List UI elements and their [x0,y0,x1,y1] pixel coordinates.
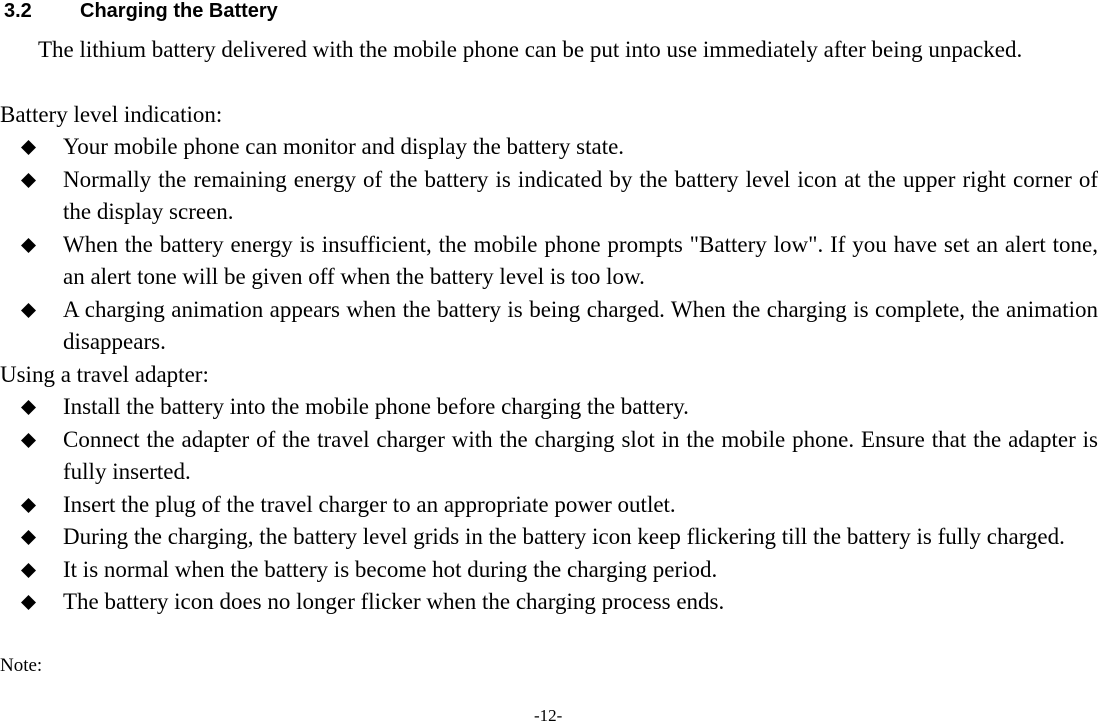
note-label: Note: [0,655,43,676]
diamond-bullet-icon [21,400,36,415]
list-item-text: Insert the plug of the travel charger to… [63,491,676,517]
list-item: During the charging, the battery level g… [0,521,1098,554]
travel-adapter-list: Install the battery into the mobile phon… [0,391,1098,619]
list-item: When the battery energy is insufficient,… [0,229,1098,294]
list-item: Normally the remaining energy of the bat… [0,164,1098,229]
diamond-bullet-icon [21,172,36,188]
list-item-text: Your mobile phone can monitor and displa… [63,134,625,159]
list-item-text: When the battery energy is insufficient,… [63,231,1098,290]
list-item: A charging animation appears when the ba… [0,294,1098,359]
diamond-bullet-icon [21,140,36,155]
page-number: -12- [534,706,563,725]
list-item-text: During the charging, the battery level g… [63,524,1065,549]
diamond-bullet-icon [21,237,36,253]
travel-adapter-label: Using a travel adapter: [0,362,209,387]
battery-level-label: Battery level indication: [0,102,223,127]
diamond-bullet-icon [21,595,36,610]
list-item-text: The battery icon does no longer flicker … [63,589,725,614]
list-item: Connect the adapter of the travel charge… [0,424,1098,489]
list-item: Your mobile phone can monitor and displa… [0,131,1098,164]
section-heading: 3.2 Charging the Battery [4,0,278,22]
list-item-text: It is normal when the battery is become … [63,556,718,582]
intro-paragraph: The lithium battery delivered with the m… [38,37,1023,62]
battery-level-list: Your mobile phone can monitor and displa… [0,131,1098,359]
diamond-bullet-icon [21,302,36,318]
list-item: It is normal when the battery is become … [0,554,1098,587]
list-item: Install the battery into the mobile phon… [0,391,1098,424]
list-item: Insert the plug of the travel charger to… [0,489,1098,522]
section-title: Charging the Battery [80,0,278,22]
list-item: The battery icon does no longer flicker … [0,586,1098,619]
diamond-bullet-icon [21,497,36,513]
list-item-text: A charging animation appears when the ba… [63,296,1098,355]
list-item-text: Connect the adapter of the travel charge… [63,426,1098,485]
list-item-text: Install the battery into the mobile phon… [63,394,689,419]
section-number: 3.2 [4,0,32,22]
diamond-bullet-icon [21,432,36,448]
list-item-text: Normally the remaining energy of the bat… [63,166,1098,225]
diamond-bullet-icon [21,562,36,578]
diamond-bullet-icon [21,530,36,545]
